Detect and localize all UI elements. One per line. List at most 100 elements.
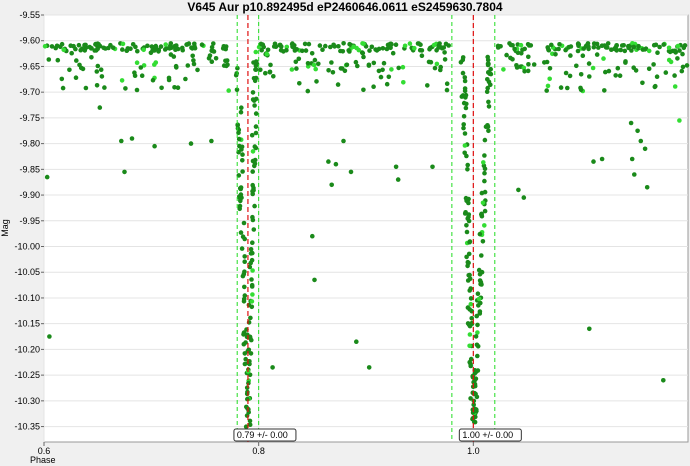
data-point	[250, 97, 256, 102]
x-tick-label: 1.0	[467, 446, 480, 456]
data-point	[444, 87, 450, 93]
data-point	[635, 128, 640, 134]
data-point	[361, 87, 366, 93]
data-point	[395, 177, 401, 182]
data-point	[226, 88, 231, 93]
data-point	[568, 53, 573, 58]
data-point	[526, 62, 531, 67]
data-point	[42, 44, 48, 49]
data-point	[159, 85, 164, 91]
data-point	[633, 68, 639, 73]
data-point	[667, 49, 673, 55]
data-point	[547, 76, 552, 82]
data-point	[55, 57, 61, 63]
data-point	[640, 80, 645, 86]
data-point	[314, 79, 319, 84]
y-tick-label: -10.35	[14, 422, 40, 432]
data-point	[209, 48, 214, 53]
y-tick-label: -9.70	[19, 87, 40, 97]
data-point	[326, 159, 331, 164]
data-point	[547, 66, 553, 71]
data-point	[661, 378, 666, 383]
data-point	[486, 61, 491, 67]
data-point	[306, 41, 312, 47]
data-point	[270, 365, 275, 370]
data-point	[250, 169, 255, 174]
data-point	[150, 77, 156, 83]
data-point	[465, 278, 471, 283]
data-point	[594, 52, 600, 57]
data-point	[531, 62, 537, 67]
data-point	[462, 150, 468, 156]
data-point	[242, 254, 247, 259]
data-point	[237, 203, 243, 209]
data-point	[238, 230, 244, 235]
y-tick-label: -9.65	[19, 61, 40, 71]
data-point	[475, 353, 480, 359]
data-point	[195, 67, 200, 73]
data-point	[74, 58, 79, 63]
data-point	[134, 87, 140, 93]
data-point	[486, 128, 491, 134]
data-point	[79, 46, 85, 51]
data-point	[249, 132, 255, 138]
data-point	[355, 63, 360, 69]
data-point	[438, 67, 443, 73]
data-point	[242, 236, 247, 242]
data-point	[631, 44, 637, 50]
data-point	[361, 54, 366, 60]
data-point	[346, 48, 352, 53]
data-point	[133, 44, 138, 50]
data-point	[83, 42, 88, 48]
data-point	[461, 114, 467, 119]
data-point	[462, 78, 468, 84]
data-point	[528, 43, 534, 48]
data-point	[442, 57, 448, 62]
data-point	[484, 89, 490, 94]
data-point	[153, 44, 158, 49]
data-point	[135, 48, 140, 54]
data-point	[657, 44, 662, 50]
data-point	[347, 41, 352, 47]
data-point	[463, 105, 469, 111]
y-tick-label: -9.95	[19, 216, 40, 226]
y-tick-label: -9.90	[19, 190, 40, 200]
data-point	[488, 82, 493, 88]
data-point	[94, 69, 100, 74]
data-point	[73, 75, 79, 80]
data-point	[587, 74, 592, 79]
data-point	[601, 56, 606, 61]
data-point	[281, 49, 286, 54]
data-point	[44, 174, 50, 180]
data-point	[626, 43, 631, 49]
data-point	[380, 46, 386, 51]
data-point	[293, 59, 299, 65]
data-point	[110, 45, 116, 50]
data-point	[520, 47, 525, 53]
data-point	[482, 170, 487, 176]
data-point	[249, 284, 255, 289]
data-point	[162, 47, 168, 52]
data-point	[482, 223, 487, 228]
y-axis-label: Mag	[0, 219, 10, 237]
data-point	[565, 85, 570, 91]
data-point	[679, 68, 685, 74]
data-point	[622, 48, 628, 54]
data-point	[482, 178, 487, 184]
data-point	[476, 296, 482, 302]
data-point	[412, 45, 417, 51]
data-point	[504, 52, 509, 58]
data-point	[574, 63, 579, 69]
data-point	[638, 138, 644, 144]
data-point	[61, 47, 66, 53]
data-point	[271, 44, 277, 49]
y-tick-label: -10.10	[14, 293, 40, 303]
data-point	[545, 83, 551, 89]
data-point	[672, 84, 678, 89]
data-point	[184, 42, 189, 47]
data-point	[389, 67, 394, 72]
data-point	[76, 42, 82, 48]
data-point	[310, 233, 315, 239]
data-point	[259, 47, 265, 53]
data-point	[591, 44, 597, 50]
